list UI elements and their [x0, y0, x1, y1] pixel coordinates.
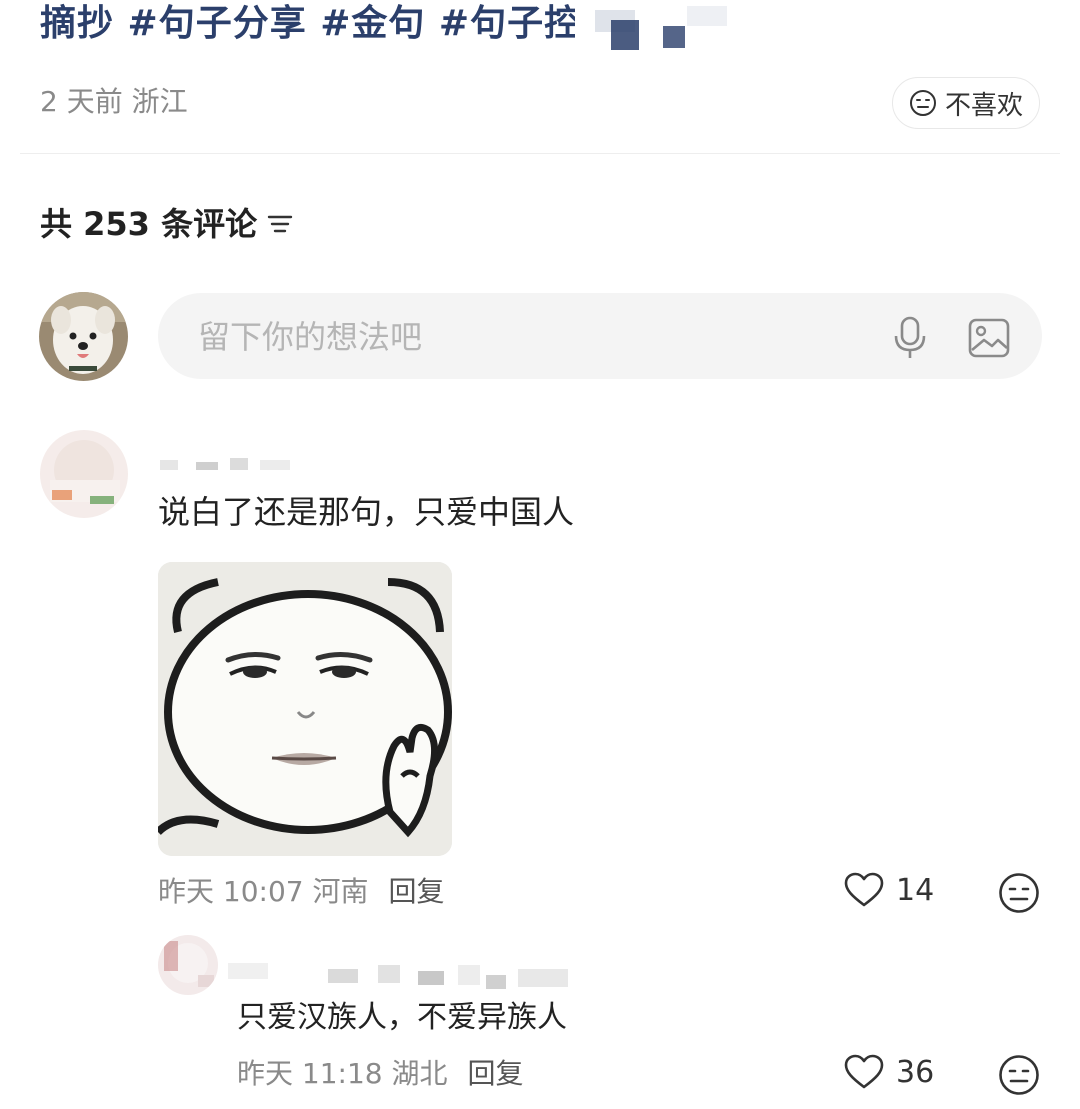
neutral-face-icon[interactable] — [998, 1054, 1040, 1096]
dislike-label: 不喜欢 — [944, 90, 1023, 121]
comment-meta: 昨天 10:07 河南 回复 — [158, 872, 445, 912]
dislike-button[interactable]: 不喜欢 — [892, 77, 1040, 129]
like-button[interactable]: 14 — [844, 872, 934, 908]
reply-meta: 昨天 11:18 湖北 回复 — [237, 1054, 524, 1094]
comment-avatar[interactable] — [40, 430, 128, 518]
comment-time-location: 昨天 10:07 河南 — [158, 875, 369, 908]
reply-button[interactable]: 回复 — [468, 1057, 524, 1090]
comment-input-placeholder[interactable]: 留下你的想法吧 — [198, 315, 422, 359]
sort-lines-icon[interactable] — [267, 213, 293, 235]
reply-button[interactable]: 回复 — [389, 875, 445, 908]
heart-icon — [844, 872, 884, 907]
comment-sticker-image[interactable] — [158, 562, 452, 856]
microphone-icon[interactable] — [892, 316, 928, 360]
my-avatar[interactable] — [39, 292, 128, 381]
comment-count-header[interactable]: 共 253 条评论 — [40, 204, 293, 244]
post-time-location: 2 天前 浙江 — [40, 85, 188, 118]
replier-name-blurred[interactable] — [228, 945, 598, 991]
like-count: 14 — [896, 872, 935, 908]
comment-count-label: 共 253 条评论 — [40, 205, 258, 243]
post-tags[interactable]: 摘抄 #句子分享 #金句 #句子控 # — [40, 0, 626, 48]
like-button[interactable]: 36 — [844, 1054, 934, 1090]
like-count: 36 — [896, 1054, 935, 1090]
heart-icon — [844, 1054, 884, 1089]
blurred-tag-overlay — [575, 0, 735, 56]
commenter-name-blurred[interactable] — [160, 448, 310, 476]
reply-avatar[interactable] — [158, 935, 218, 995]
divider — [20, 153, 1060, 154]
neutral-face-icon — [909, 90, 936, 116]
image-icon[interactable] — [968, 318, 1010, 358]
reply-text: 只爱汉族人，不爱异族人 — [237, 1000, 567, 1035]
comment-text: 说白了还是那句，只爱中国人 — [158, 493, 575, 531]
neutral-face-icon[interactable] — [998, 872, 1040, 914]
reply-time-location: 昨天 11:18 湖北 — [237, 1057, 448, 1090]
